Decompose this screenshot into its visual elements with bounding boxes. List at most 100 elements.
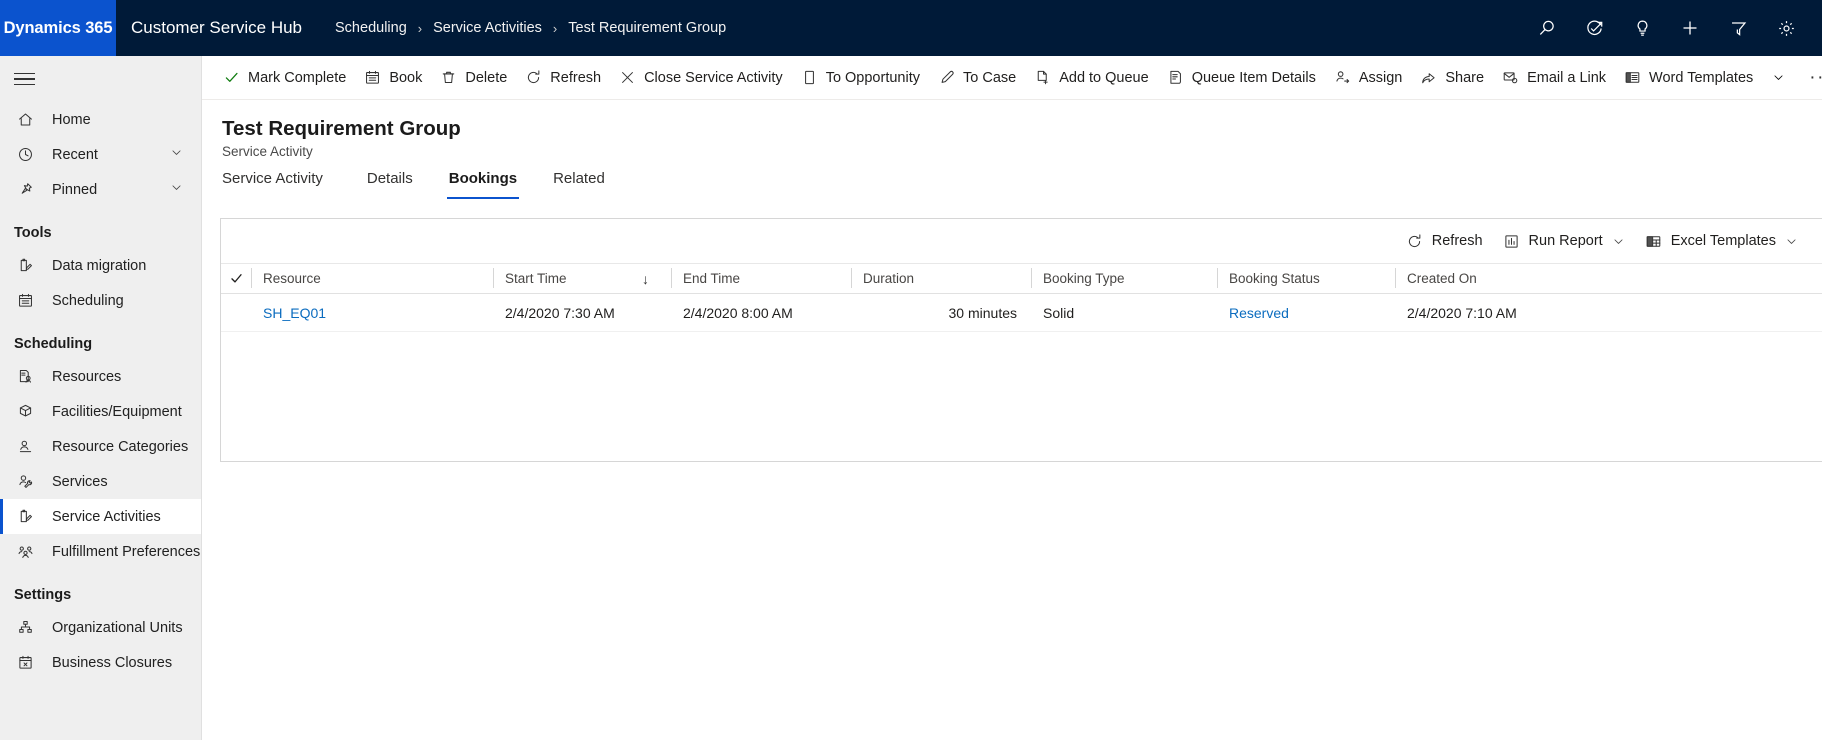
sidebar-item-pinned[interactable]: Pinned bbox=[0, 172, 201, 207]
sidebar-item-label: Recent bbox=[52, 146, 98, 163]
tab-related[interactable]: Related bbox=[541, 168, 617, 199]
chevron-down-icon[interactable] bbox=[1762, 56, 1795, 100]
chevron-down-icon[interactable] bbox=[170, 181, 183, 198]
box-icon bbox=[17, 403, 39, 421]
command-book[interactable]: Book bbox=[355, 56, 431, 100]
column-header-booking_status[interactable]: Booking Status bbox=[1217, 263, 1395, 294]
column-header-label: Duration bbox=[863, 271, 915, 286]
sidebar-item-business-closures[interactable]: Business Closures bbox=[0, 645, 201, 680]
plus-icon[interactable] bbox=[1666, 0, 1714, 56]
command-label: Delete bbox=[465, 69, 508, 86]
sidebar-item-label: Scheduling bbox=[52, 292, 124, 309]
command-queue-item-details[interactable]: Queue Item Details bbox=[1158, 56, 1325, 100]
list-detail-icon bbox=[1167, 69, 1184, 86]
share-icon bbox=[1420, 69, 1437, 86]
more-commands-icon[interactable]: ··· bbox=[1795, 56, 1822, 100]
sidebar-item-data-migration[interactable]: Data migration bbox=[0, 248, 201, 283]
sidebar-group-tools: Tools bbox=[14, 225, 52, 241]
dynamics365-logo[interactable]: Dynamics 365 bbox=[0, 0, 116, 56]
clipboard-pencil-icon bbox=[17, 508, 39, 526]
home-icon bbox=[17, 111, 39, 129]
breadcrumb: Scheduling › Service Activities › Test R… bbox=[335, 20, 726, 36]
sidebar-item-fulfillment-preferences[interactable]: Fulfillment Preferences bbox=[0, 534, 201, 569]
column-header-resource[interactable]: Resource bbox=[251, 263, 493, 294]
command-mark-complete[interactable]: Mark Complete bbox=[214, 56, 355, 100]
column-header-end_time[interactable]: End Time bbox=[671, 263, 851, 294]
grid-button-label: Excel Templates bbox=[1670, 233, 1776, 249]
command-word-templates[interactable]: Word Templates bbox=[1615, 56, 1762, 100]
document-plus-icon bbox=[1034, 69, 1051, 86]
sidebar-item-scheduling[interactable]: Scheduling bbox=[0, 283, 201, 318]
assistant-check-icon[interactable] bbox=[1570, 0, 1618, 56]
sidebar-item-service-activities[interactable]: Service Activities bbox=[0, 499, 201, 534]
grid-refresh-button[interactable]: Refresh bbox=[1396, 224, 1493, 258]
chevron-down-icon[interactable] bbox=[1785, 235, 1798, 248]
breadcrumb-item-scheduling[interactable]: Scheduling bbox=[335, 20, 407, 36]
lightbulb-icon[interactable] bbox=[1618, 0, 1666, 56]
select-all-checkbox[interactable] bbox=[221, 263, 251, 294]
grid-run-report-button[interactable]: Run Report bbox=[1493, 224, 1635, 258]
cell-value[interactable]: Reserved bbox=[1229, 305, 1289, 321]
tab-bookings[interactable]: Bookings bbox=[437, 168, 529, 199]
command-label: Assign bbox=[1358, 69, 1403, 86]
command-close-service-activity[interactable]: Close Service Activity bbox=[610, 56, 792, 100]
tab-details[interactable]: Details bbox=[355, 168, 425, 199]
command-assign[interactable]: Assign bbox=[1325, 56, 1412, 100]
column-header-created_on[interactable]: Created On bbox=[1395, 263, 1625, 294]
breadcrumb-item-service-activities[interactable]: Service Activities bbox=[433, 20, 542, 36]
sidebar-item-organizational-units[interactable]: Organizational Units bbox=[0, 610, 201, 645]
entity-type-label: Service Activity bbox=[222, 144, 313, 159]
sidebar-item-services[interactable]: Services bbox=[0, 464, 201, 499]
table-row[interactable]: SH_EQ01 2/4/2020 7:30 AM 2/4/2020 8:00 AM 3… bbox=[221, 294, 1822, 332]
cell-resource[interactable]: SH_EQ01 bbox=[251, 294, 493, 332]
command-share[interactable]: Share bbox=[1411, 56, 1493, 100]
cell-booking_type: Solid bbox=[1031, 294, 1217, 332]
sort-descending-icon[interactable]: ↓ bbox=[642, 271, 649, 287]
grid-header-row: Resource Start Time ↓ End Time Duration Booki… bbox=[221, 263, 1822, 294]
sidebar-group-scheduling: Scheduling bbox=[14, 336, 93, 352]
chevron-down-icon[interactable] bbox=[170, 146, 183, 163]
report-chart-icon bbox=[1503, 233, 1520, 250]
grid-excel-templates-button[interactable]: Excel Templates bbox=[1635, 224, 1808, 258]
command-label: Add to Queue bbox=[1059, 69, 1149, 86]
cell-value[interactable]: SH_EQ01 bbox=[263, 305, 326, 321]
gear-icon[interactable] bbox=[1762, 0, 1810, 56]
command-refresh[interactable]: Refresh bbox=[516, 56, 610, 100]
sidebar-item-label: Service Activities bbox=[52, 508, 161, 525]
sidebar-item-recent[interactable]: Recent bbox=[0, 137, 201, 172]
pen-icon bbox=[938, 69, 955, 86]
grid-body: SH_EQ01 2/4/2020 7:30 AM 2/4/2020 8:00 AM 3… bbox=[221, 294, 1822, 332]
command-label: To Opportunity bbox=[825, 69, 920, 86]
row-checkbox[interactable] bbox=[221, 294, 251, 332]
column-header-label: Created On bbox=[1407, 271, 1477, 286]
column-header-label: Resource bbox=[263, 271, 321, 286]
chevron-down-icon[interactable] bbox=[1612, 235, 1625, 248]
command-to-case[interactable]: To Case bbox=[929, 56, 1025, 100]
breadcrumb-item-current: Test Requirement Group bbox=[568, 20, 727, 36]
command-label: Share bbox=[1445, 69, 1485, 86]
cell-booking_status[interactable]: Reserved bbox=[1217, 294, 1395, 332]
filter-icon[interactable] bbox=[1714, 0, 1762, 56]
hamburger-menu-icon[interactable] bbox=[0, 56, 201, 102]
column-header-booking_type[interactable]: Booking Type bbox=[1031, 263, 1217, 294]
sidebar-nav-list: Home Recent Pinned Tools Data migration Sched… bbox=[0, 102, 201, 680]
column-header-start_time[interactable]: Start Time ↓ bbox=[493, 263, 671, 294]
command-to-opportunity[interactable]: To Opportunity bbox=[792, 56, 929, 100]
command-delete[interactable]: Delete bbox=[431, 56, 516, 100]
subgrid-toolbar: Refresh Run Report Excel Templates bbox=[221, 219, 1822, 263]
search-icon[interactable] bbox=[1522, 0, 1570, 56]
sidebar-group-settings: Settings bbox=[14, 587, 72, 603]
command-add-to-queue[interactable]: Add to Queue bbox=[1025, 56, 1158, 100]
breadcrumb-separator-icon: › bbox=[417, 20, 423, 36]
command-label: Refresh bbox=[550, 69, 602, 86]
command-bar: Mark Complete Book Delete Refresh Close Serv… bbox=[202, 56, 1822, 100]
tab-service-activity[interactable]: Service Activity bbox=[222, 168, 335, 199]
sidebar-item-resources[interactable]: Resources bbox=[0, 359, 201, 394]
sidebar-item-facilities-equipment[interactable]: Facilities/Equipment bbox=[0, 394, 201, 429]
sidebar-item-resource-categories[interactable]: Resource Categories bbox=[0, 429, 201, 464]
word-icon bbox=[1624, 69, 1641, 86]
command-email-a-link[interactable]: Email a Link bbox=[1493, 56, 1615, 100]
clock-icon bbox=[17, 146, 39, 164]
sidebar-item-home[interactable]: Home bbox=[0, 102, 201, 137]
column-header-duration[interactable]: Duration bbox=[851, 263, 1031, 294]
